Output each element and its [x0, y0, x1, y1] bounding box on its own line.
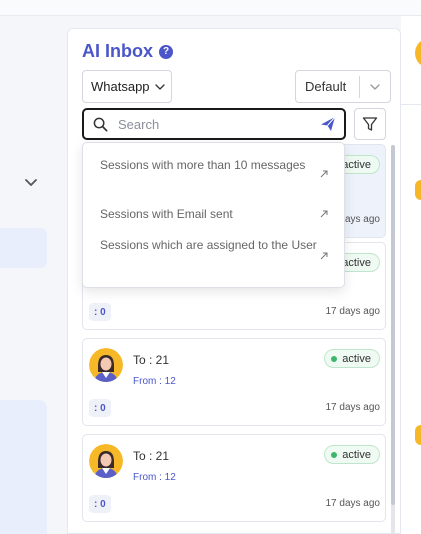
session-from: From : 12	[133, 376, 176, 387]
search-input[interactable]: Search	[118, 117, 320, 132]
sort-select-toggle[interactable]	[360, 81, 390, 93]
filter-button[interactable]	[354, 108, 386, 140]
status-badge: active	[324, 445, 380, 464]
status-badge: active	[324, 349, 380, 368]
session-time: 17 days ago	[325, 498, 381, 509]
divider	[401, 104, 421, 105]
suggestion-label: Sessions with Email sent	[100, 207, 233, 221]
chat-pane-edge	[401, 16, 421, 534]
arrow-up-right-icon	[320, 252, 328, 260]
session-time: 17 days ago	[325, 306, 381, 317]
sort-select-value: Default	[305, 79, 347, 94]
avatar	[89, 348, 123, 382]
sidebar-active-item[interactable]	[0, 228, 47, 268]
status-dot	[331, 355, 338, 362]
top-bar	[0, 0, 421, 16]
sort-select[interactable]: Default	[295, 70, 391, 103]
message-count: : 0	[89, 399, 111, 417]
session-card[interactable]: To : 21 From : 12 active : 0 17 days ago	[82, 434, 386, 522]
inbox-header: AI Inbox ?	[82, 41, 173, 62]
filter-icon	[362, 117, 378, 131]
session-card[interactable]: To : 21 From : 12 active : 0 17 days ago	[82, 338, 386, 426]
session-time: days ago	[339, 214, 380, 225]
left-sidebar	[0, 16, 57, 534]
session-from: From : 12	[133, 472, 176, 483]
avatar	[89, 444, 123, 478]
suggestion-label: Sessions with more than 10 messages	[100, 158, 306, 172]
send-icon[interactable]	[320, 116, 336, 132]
status-label: active	[342, 158, 371, 171]
message-count: : 0	[89, 495, 111, 513]
session-to: To : 21	[133, 353, 170, 367]
arrow-up-right-icon	[320, 210, 328, 218]
search-bar[interactable]: Search	[82, 108, 346, 140]
channel-select-value: Whatsapp	[91, 79, 150, 94]
avatar	[415, 180, 421, 200]
status-label: active	[342, 448, 371, 461]
search-icon	[93, 117, 108, 131]
status-label: active	[342, 256, 371, 269]
session-to: To : 21	[133, 449, 170, 463]
suggestion-label: Sessions which are assigned to the User	[100, 238, 317, 252]
status-dot	[331, 451, 338, 458]
arrow-up-right-icon	[320, 170, 328, 178]
help-icon[interactable]: ?	[159, 44, 173, 59]
ai-inbox-panel: AI Inbox ? Whatsapp Default Search activ…	[67, 28, 401, 534]
status-label: active	[342, 352, 371, 365]
scrollbar-thumb[interactable]	[391, 145, 395, 505]
message-count: : 0	[89, 303, 111, 321]
chevron-down-icon[interactable]	[24, 176, 38, 190]
search-suggestions-dropdown: Sessions with more than 10 messages Sess…	[82, 142, 345, 288]
chevron-down-icon	[370, 83, 380, 90]
channel-select[interactable]: Whatsapp	[82, 70, 172, 103]
chevron-down-icon	[154, 83, 165, 90]
sidebar-section-block	[0, 400, 47, 534]
session-time: 17 days ago	[325, 402, 381, 413]
avatar	[415, 425, 421, 445]
page-title: AI Inbox	[82, 41, 153, 61]
